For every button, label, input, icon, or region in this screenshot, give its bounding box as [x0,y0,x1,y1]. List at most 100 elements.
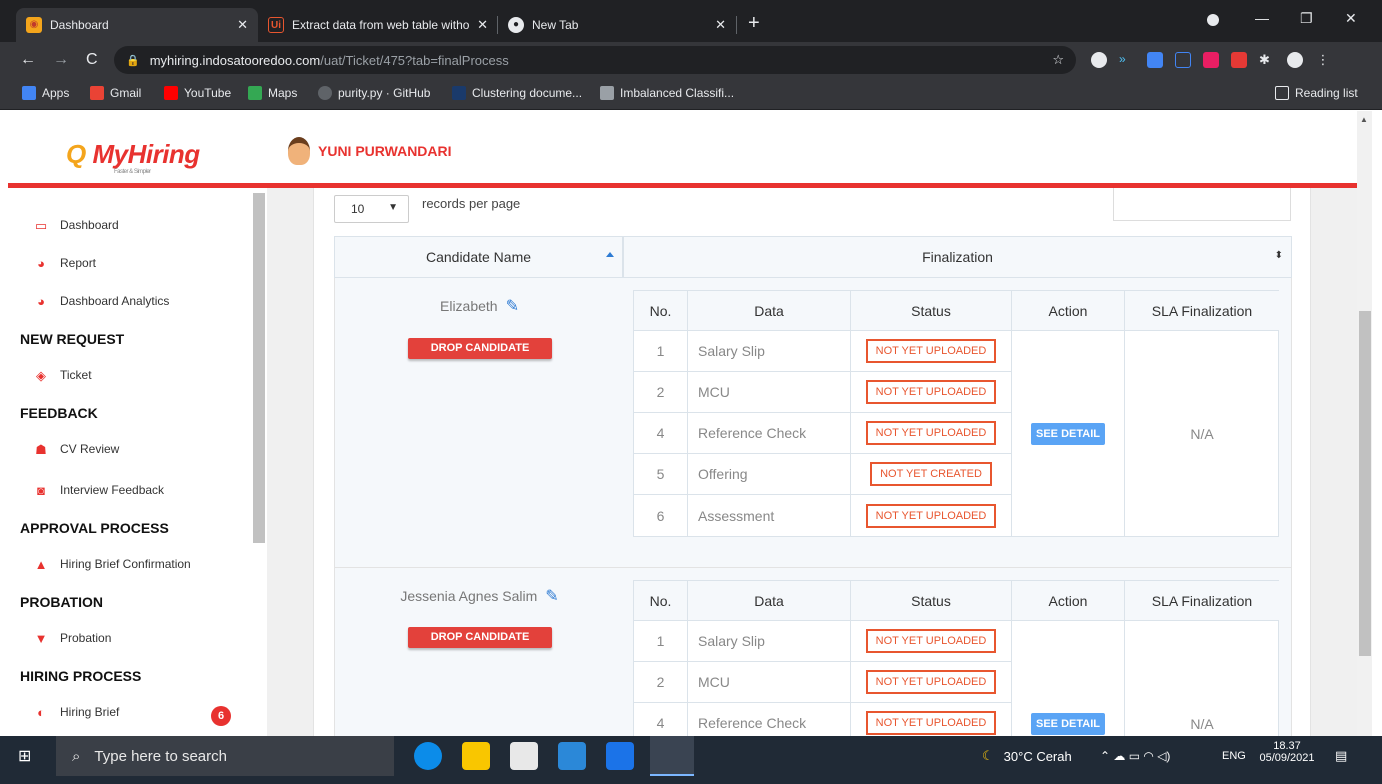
sidebar-item-label: Dashboard [60,218,119,232]
sla-value: N/A [1190,425,1214,442]
sidebar-item-probation[interactable]: ▼ Probation [33,631,112,646]
close-tab-icon[interactable]: ✕ [237,17,248,33]
translate-extension-icon[interactable] [1147,52,1163,68]
tab-dashboard[interactable]: ◉ Dashboard ✕ [16,8,258,42]
sidebar-item-interview-feedback[interactable]: ◙ Interview Feedback [33,483,164,498]
drop-candidate-button[interactable]: DROP CANDIDATE [408,627,552,648]
bookmark-maps[interactable]: Maps [248,86,297,100]
uipath-extension-icon[interactable] [1175,52,1191,68]
inner-header-action: Action [1012,291,1125,331]
half-circle-icon: ◐ [37,705,45,720]
new-tab-icon[interactable]: + [748,12,760,35]
clock[interactable]: 18.37 05/09/2021 [1257,740,1317,764]
back-icon[interactable]: ← [20,51,36,69]
extension-icon[interactable] [1091,52,1107,68]
row-data: Assessment [688,495,851,536]
sidebar-item-dashboard[interactable]: ▭ Dashboard [33,218,119,233]
bookmark-imbalanced[interactable]: Imbalanced Classifi... [600,86,734,100]
clock-date: 05/09/2021 [1259,752,1315,764]
app-icon[interactable] [606,742,634,770]
system-tray-icons[interactable]: ⌃ ☁ ▭ ◠ ◁) [1100,736,1170,776]
sidebar-item-ticket[interactable]: ◈ Ticket [33,368,92,383]
bookmark-clustering[interactable]: Clustering docume... [452,86,582,100]
row-status: NOT YET UPLOADED [851,662,1012,703]
restore-icon[interactable]: ❐ [1300,10,1313,27]
records-per-page-select[interactable]: 10 ▼ [334,195,409,223]
tab-separator [736,16,737,34]
chrome-taskbar-icon[interactable] [650,736,694,776]
close-tab-icon[interactable]: ✕ [477,17,488,33]
sidebar-item-dashboard-analytics[interactable]: ◕ Dashboard Analytics [33,294,170,309]
extension-icon[interactable] [1231,52,1247,68]
close-tab-icon[interactable]: ✕ [715,17,726,33]
sidebar-item-report[interactable]: ◕ Report [33,256,96,271]
tab-newtab[interactable]: ● New Tab ✕ [498,8,736,42]
github-icon [318,86,332,100]
see-detail-button[interactable]: SEE DETAIL [1031,422,1105,445]
tab-title: Extract data from web table witho [292,18,470,32]
bookmark-youtube[interactable]: YouTube [164,86,231,100]
bookmarks-bar: Apps Gmail YouTube Maps purity.py · GitH… [0,78,1382,110]
maps-icon [248,86,262,100]
page-scrollbar-thumb[interactable] [1359,311,1371,656]
sidebar-item-label: Dashboard Analytics [60,294,170,308]
bookmark-gmail[interactable]: Gmail [90,86,141,100]
sidebar-item-hiring-brief[interactable]: ◐ Hiring Brief [33,705,119,720]
edge-icon[interactable] [414,742,442,770]
profile-icon[interactable] [1287,52,1303,68]
edit-icon[interactable]: ✎ [545,588,558,605]
profile-dropdown-icon[interactable] [1207,14,1219,26]
reload-icon[interactable]: C [86,51,98,69]
bookmark-github[interactable]: purity.py · GitHub [318,86,430,100]
address-bar[interactable]: 🔒 myhiring.indosatooredoo.com/uat/Ticket… [114,46,1076,74]
row-status: NOT YET UPLOADED [851,331,1012,372]
tab-title: Dashboard [50,18,109,32]
weather-text: 30°C Cerah [1003,748,1072,764]
extension-icon[interactable] [1203,52,1219,68]
taskbar-search[interactable]: ⌕ Type here to search [56,736,394,776]
hiring-brief-count-badge: 6 [211,706,231,726]
row-no: 2 [634,372,688,413]
puzzle-icon[interactable]: ✱ [1259,52,1275,68]
chrome-favicon: ● [508,17,524,33]
sidebar-item-hiring-brief-confirmation[interactable]: ▲ Hiring Brief Confirmation [33,557,191,572]
gmail-icon [90,86,104,100]
column-header-finalization[interactable]: Finalization ⬍ [623,236,1292,278]
table-search-input[interactable] [1113,188,1291,221]
inner-header-sla: SLA Finalization [1125,581,1279,621]
avatar [288,137,310,165]
page-icon [600,86,614,100]
bookmark-apps[interactable]: Apps [22,86,69,100]
sidebar-scrollbar[interactable] [253,193,265,543]
notification-icon[interactable]: ▤ [1335,736,1347,776]
myhiring-logo[interactable]: Q MyHiring Faster & Simpler [66,139,200,175]
edit-icon[interactable]: ✎ [506,298,519,315]
candidate-row: Elizabeth ✎ DROP CANDIDATE [334,278,623,568]
menu-icon[interactable]: ⋮ [1315,52,1331,68]
forward-icon[interactable]: → [53,51,69,69]
column-header-candidate[interactable]: Candidate Name [334,236,623,278]
close-window-icon[interactable]: ✕ [1345,10,1357,27]
store-icon[interactable] [510,742,538,770]
mail-icon[interactable] [558,742,586,770]
bookmark-label: Apps [42,86,70,100]
user-info[interactable]: YUNI PURWANDARI [288,137,452,165]
weather-widget[interactable]: ☾ 30°C Cerah [982,736,1072,776]
sidebar-item-cv-review[interactable]: ☗ CV Review [33,442,119,457]
section-probation: PROBATION [20,594,103,610]
reading-list-button[interactable]: Reading list [1275,86,1358,100]
tab-extract[interactable]: Ui Extract data from web table witho ✕ [258,8,498,42]
file-explorer-icon[interactable] [462,742,490,770]
myhiring-favicon: ◉ [26,17,42,33]
star-icon[interactable]: ☆ [1052,52,1064,68]
minimize-icon[interactable]: — [1255,10,1269,26]
bookmark-label: Gmail [110,86,142,100]
extension-icon[interactable]: » [1119,52,1135,68]
drop-candidate-button[interactable]: DROP CANDIDATE [408,338,552,359]
windows-start-icon[interactable]: ⊞ [18,736,31,776]
see-detail-button[interactable]: SEE DETAIL [1031,713,1105,735]
scroll-up-icon[interactable]: ▲ [1360,115,1368,124]
inner-header-status: Status [851,581,1012,621]
language-indicator[interactable]: ENG [1222,736,1246,776]
status-badge: NOT YET UPLOADED [865,339,997,363]
